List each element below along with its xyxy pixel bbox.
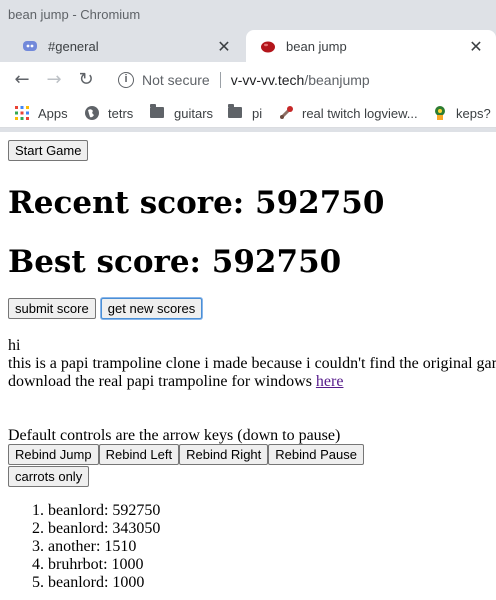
close-icon[interactable]: ✕ xyxy=(214,37,234,56)
bookmark-label: Apps xyxy=(38,105,68,121)
rebind-left-button[interactable]: Rebind Left xyxy=(98,444,180,465)
info-icon[interactable]: i xyxy=(118,72,134,88)
reload-icon[interactable]: ↻ xyxy=(74,68,98,92)
forward-arrow-icon[interactable]: → xyxy=(42,68,66,92)
bookmark-tetrs[interactable]: tetrs xyxy=(84,105,133,121)
bookmark-pi[interactable]: pi xyxy=(228,104,263,121)
controls-description: Default controls are the arrow keys (dow… xyxy=(8,427,341,444)
score-button-row: submit score get new scores xyxy=(8,298,203,319)
folder-icon xyxy=(150,104,166,121)
tab-label: bean jump xyxy=(286,38,347,54)
discord-icon xyxy=(22,38,38,54)
close-icon[interactable]: ✕ xyxy=(466,37,486,56)
bookmarks-bar: Apps tetrs guitars pi real twitch logvie… xyxy=(0,98,496,128)
bookmark-label: keps? xyxy=(456,105,491,121)
bookmark-label: real twitch logview... xyxy=(302,105,418,121)
folder-icon xyxy=(228,104,244,121)
apps-grid-icon xyxy=(14,105,30,121)
toolbar: ← → ↻ i Not secure v-vv-vv.tech/beanjump xyxy=(0,62,496,98)
download-line: download the real papi trampoline for wi… xyxy=(8,373,343,391)
window-title: bean jump - Chromium xyxy=(8,7,141,22)
bookmark-label: guitars xyxy=(174,105,214,121)
submit-score-button[interactable]: submit score xyxy=(8,298,96,319)
url-host: v-vv-vv.tech xyxy=(230,72,305,88)
leaderboard-entry: beanlord: 1000 xyxy=(48,574,160,592)
bookmark-twitch-logviewer[interactable]: real twitch logview... xyxy=(278,105,418,121)
download-text: download the real papi trampoline for wi… xyxy=(8,373,316,390)
intro-greeting: hi xyxy=(8,337,21,354)
address-bar[interactable]: i Not secure v-vv-vv.tech/beanjump xyxy=(106,66,496,94)
security-label: Not secure xyxy=(142,72,210,88)
leaderboard-entry: beanlord: 343050 xyxy=(48,520,160,538)
tab-bean-jump[interactable]: bean jump ✕ xyxy=(246,30,496,62)
download-link[interactable]: here xyxy=(316,373,344,390)
leaderboard-list: beanlord: 592750 beanlord: 343050 anothe… xyxy=(8,502,160,592)
bookmark-favicon-icon xyxy=(278,105,294,121)
recent-score-heading: Recent score: 592750 xyxy=(8,185,385,221)
tab-label: #general xyxy=(48,38,99,54)
leaderboard-entry: another: 1510 xyxy=(48,538,160,556)
leaderboard-entry: bruhrbot: 1000 xyxy=(48,556,160,574)
bookmark-apps[interactable]: Apps xyxy=(14,105,68,121)
back-arrow-icon[interactable]: ← xyxy=(10,68,34,92)
divider xyxy=(219,72,221,88)
leaderboard-entry: beanlord: 592750 xyxy=(48,502,160,520)
bookmark-guitars[interactable]: guitars xyxy=(150,104,214,121)
url-path: /beanjump xyxy=(304,72,370,88)
bean-favicon-icon xyxy=(260,38,276,54)
tab-general[interactable]: #general ✕ xyxy=(8,30,244,62)
globe-icon xyxy=(84,105,100,121)
rebind-pause-button[interactable]: Rebind Pause xyxy=(268,444,364,465)
get-new-scores-button[interactable]: get new scores xyxy=(100,298,203,319)
bookmark-label: tetrs xyxy=(108,105,134,121)
rebind-button-row: Rebind Jump Rebind Left Rebind Right Rebind… xyxy=(8,444,364,465)
best-score-heading: Best score: 592750 xyxy=(8,244,342,280)
intro-description: this is a papi trampoline clone i made b… xyxy=(8,355,496,372)
start-game-button[interactable]: Start Game xyxy=(8,140,89,161)
carrots-only-button[interactable]: carrots only xyxy=(8,466,90,487)
bookmark-keps[interactable]: keps? xyxy=(432,105,491,121)
bookmark-label: pi xyxy=(252,105,263,121)
bookmark-favicon-icon xyxy=(432,105,448,121)
rebind-right-button[interactable]: Rebind Right xyxy=(179,444,269,465)
rebind-jump-button[interactable]: Rebind Jump xyxy=(8,444,99,465)
